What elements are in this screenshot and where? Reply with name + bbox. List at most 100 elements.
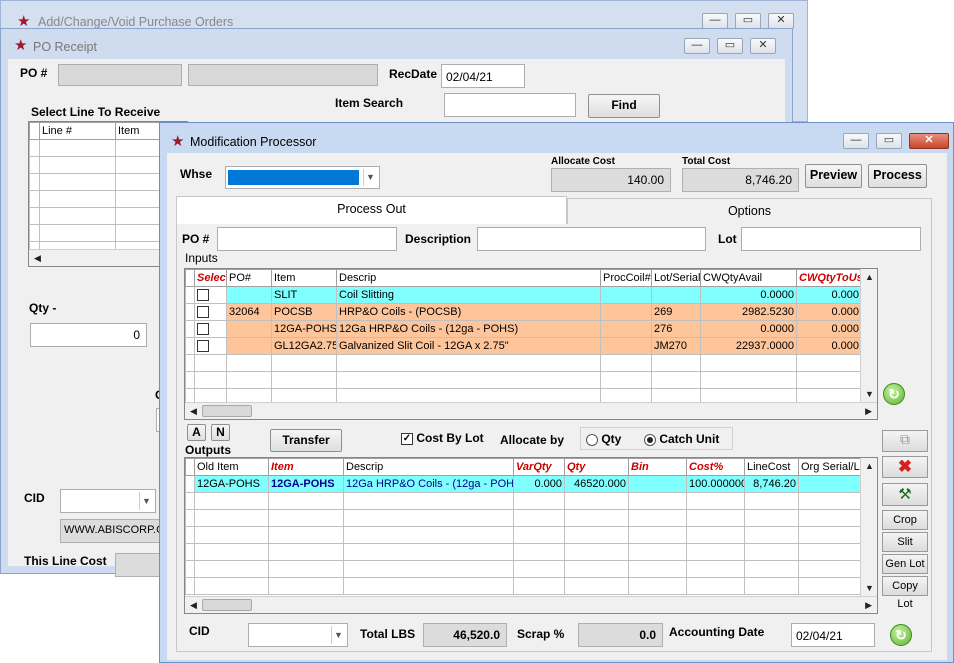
cell-avail: 22937.0000 [700,337,797,355]
close-button[interactable]: ✕ [909,133,949,149]
chevron-down-icon[interactable]: ▼ [363,169,377,186]
horizontal-scrollbar[interactable]: ◀ ▶ [185,596,877,613]
slit-button[interactable]: Slit [882,532,928,552]
scroll-thumb[interactable] [202,405,252,417]
horizontal-scrollbar[interactable]: ◀ ▶ [185,402,877,419]
row-indicator-header [29,122,40,140]
copy-row-button[interactable]: ⧉ [882,430,928,452]
radio-catch-unit[interactable]: Catch Unit [644,432,719,446]
item-search-input[interactable] [444,93,576,117]
tab-options[interactable]: Options [567,198,932,224]
tab-process-out[interactable]: Process Out [176,196,567,225]
cell-varqty[interactable]: 0.000 [513,475,565,493]
select-checkbox[interactable] [197,306,209,319]
scroll-left-icon[interactable]: ◀ [190,600,197,611]
scroll-up-icon[interactable]: ▲ [865,461,874,471]
po-number-field[interactable] [58,64,182,86]
select-checkbox[interactable] [197,289,209,302]
maximize-button[interactable]: ▭ [717,38,743,54]
table-row[interactable] [185,560,862,578]
a-button[interactable]: A [187,424,206,441]
cell-touse[interactable]: 0.000 [796,286,862,304]
radio-off-icon[interactable] [586,433,598,446]
radio-on-icon[interactable] [644,433,656,446]
outputs-grid[interactable]: Old Item Item Descrip VarQty Qty Bin Cos… [184,457,878,614]
copy-lot-button[interactable]: Copy Lot [882,576,928,610]
table-row[interactable] [185,492,862,510]
select-checkbox[interactable] [197,323,209,336]
cell-qty[interactable]: 46520.000 [564,475,629,493]
vertical-scrollbar[interactable]: ▲ ▼ [860,458,877,596]
table-row[interactable] [185,509,862,527]
table-row[interactable] [185,526,862,544]
table-row[interactable] [185,354,862,372]
refresh-inputs-icon[interactable]: ↻ [883,383,905,405]
table-row[interactable]: GL12GA2.75 Galvanized Slit Coil - 12GA x… [185,337,862,355]
cell-item[interactable]: 12GA-POHS [268,475,344,493]
gen-lot-button[interactable]: Gen Lot [882,554,928,574]
scroll-down-icon[interactable]: ▼ [865,583,874,593]
checkbox-checked-icon[interactable]: ✓ [401,432,413,445]
scroll-right-icon[interactable]: ▶ [865,406,872,417]
whse-dropdown[interactable]: ▼ [225,166,380,189]
cid-dropdown[interactable]: ▼ [60,489,156,513]
table-row[interactable]: 12GA-POHS 12GA-POHS 12Ga HRP&O Coils - (… [185,475,862,493]
table-row[interactable] [185,577,862,595]
cell-touse[interactable]: 0.000 [796,303,862,321]
cell-descrip: HRP&O Coils - (POCSB) [336,303,601,321]
cell-lot [651,286,701,304]
col-orgserial-header: Org Serial/Lo [798,458,862,476]
crop-button[interactable]: Crop [882,510,928,530]
maximize-button[interactable]: ▭ [876,133,902,149]
close-button[interactable]: ✕ [750,38,776,54]
cost-by-lot-checkbox[interactable]: ✓ Cost By Lot [401,431,484,445]
cell-lot: 276 [651,320,701,338]
accounting-date-label: Accounting Date [669,625,765,639]
scroll-left-icon[interactable]: ◀ [190,406,197,417]
minimize-button[interactable]: — [702,13,728,29]
close-button[interactable]: ✕ [768,13,794,29]
table-row[interactable] [185,543,862,561]
total-lbs-field: 46,520.0 [423,623,507,647]
find-button[interactable]: Find [588,94,660,118]
cid-dropdown[interactable]: ▼ [248,623,348,647]
cell-bin[interactable] [628,475,687,493]
lot-input[interactable] [741,227,921,251]
minimize-button[interactable]: — [684,38,710,54]
chevron-down-icon[interactable]: ▼ [139,492,153,510]
scroll-right-icon[interactable]: ▶ [865,600,872,611]
table-row[interactable]: 32064 POCSB HRP&O Coils - (POCSB) 269 29… [185,303,862,321]
maximize-button[interactable]: ▭ [735,13,761,29]
cell-touse[interactable]: 0.000 [796,320,862,338]
table-row[interactable]: 12GA-POHS 12Ga HRP&O Coils - (12ga - POH… [185,320,862,338]
scroll-up-icon[interactable]: ▲ [865,272,874,282]
po-vendor-field[interactable] [188,64,378,86]
description-input[interactable] [477,227,706,251]
transfer-button[interactable]: Transfer [270,429,342,452]
qty-field[interactable]: 0 [30,323,147,347]
radio-qty[interactable]: Qty [586,432,621,446]
accounting-date-value: 02/04/21 [796,629,843,643]
table-row[interactable]: SLIT Coil Slitting 0.0000 0.000 [185,286,862,304]
refresh-footer-icon[interactable]: ↻ [890,624,912,646]
accounting-date-field[interactable]: 02/04/21 [791,623,875,647]
table-row[interactable] [185,371,862,389]
delete-row-button[interactable]: ✖ [882,456,928,478]
scroll-down-icon[interactable]: ▼ [865,389,874,399]
process-button[interactable]: Process [868,164,927,188]
inputs-grid[interactable]: Selec PO# Item Descrip ProcCoil# Lot/Ser… [184,268,878,420]
chevron-down-icon[interactable]: ▼ [331,626,345,644]
scroll-thumb[interactable] [202,599,252,611]
vertical-scrollbar[interactable]: ▲ ▼ [860,269,877,402]
po-label: PO # [20,66,48,80]
tool-button[interactable]: ⚒ [882,483,928,506]
minimize-button[interactable]: — [843,133,869,149]
cell-touse[interactable]: 0.000 [796,337,862,355]
scroll-left-icon[interactable]: ◀ [34,253,41,264]
cell-costpct[interactable]: 100.000000 [686,475,745,493]
n-button[interactable]: N [211,424,230,441]
recdate-field[interactable]: 02/04/21 [441,64,525,88]
preview-button[interactable]: Preview [805,164,862,188]
select-checkbox[interactable] [197,340,209,353]
po-input[interactable] [217,227,397,251]
